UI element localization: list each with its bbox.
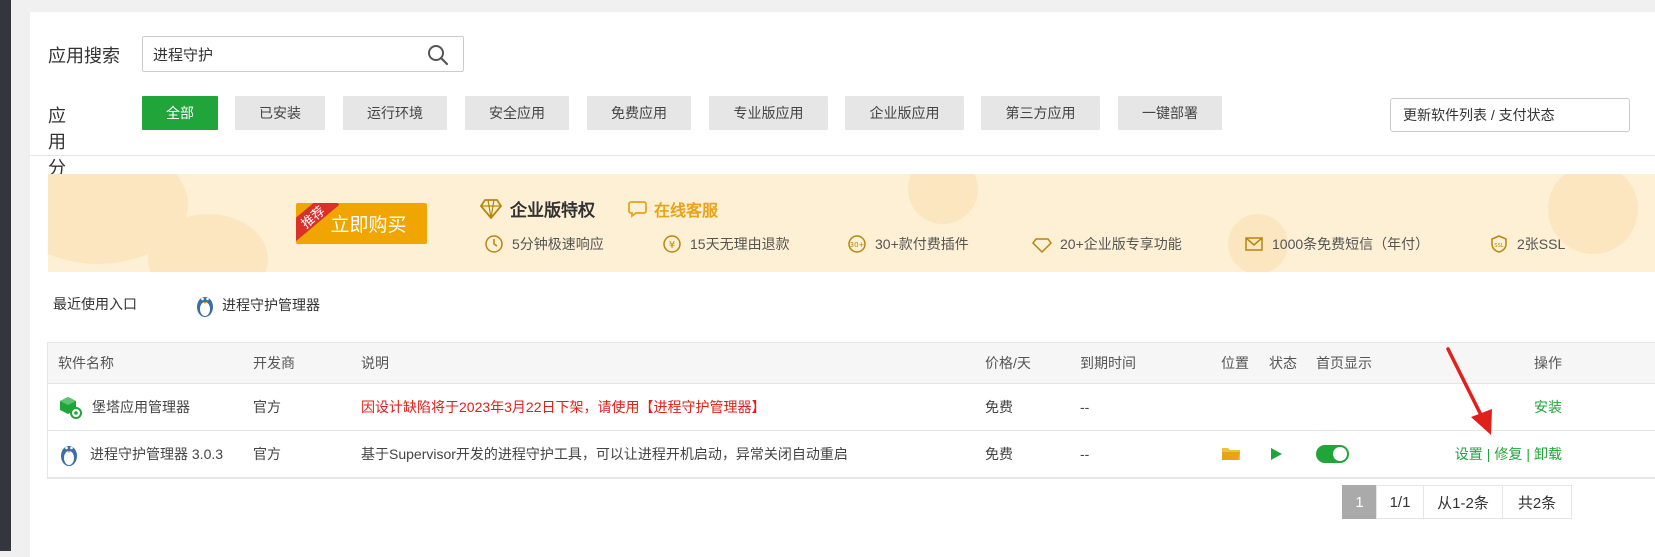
category-enterprise[interactable]: 企业版应用 [845, 96, 964, 130]
software-name: 堡塔应用管理器 [92, 399, 190, 415]
header-price: 价格/天 [985, 355, 1031, 371]
search-row: 应用搜索 [48, 36, 464, 74]
enterprise-privileges-label: 企业版特权 [510, 201, 595, 220]
recent-item-process-guard[interactable]: 进程守护管理器 [194, 292, 320, 318]
clock-icon [485, 235, 503, 253]
feature-free-sms: 1000条免费短信（年付） [1244, 234, 1429, 254]
header-name: 软件名称 [58, 355, 114, 371]
recent-item-label: 进程守护管理器 [222, 297, 320, 313]
position-cell [1221, 431, 1241, 477]
search-input[interactable] [143, 37, 443, 71]
settings-link[interactable]: 设置 [1455, 444, 1483, 464]
penguin-icon [61, 446, 77, 466]
folder-icon[interactable] [1221, 446, 1241, 462]
table-row: 进程守护管理器 3.0.3 官方 基于Supervisor开发的进程守护工具，可… [48, 431, 1655, 478]
category-one-click-deploy[interactable]: 一键部署 [1118, 96, 1222, 130]
mail-icon [1245, 237, 1263, 251]
feature-label: 15天无理由退款 [690, 236, 790, 252]
refund-icon: ¥ [663, 235, 681, 253]
toggle-knob [1333, 447, 1347, 461]
header-expire: 到期时间 [1080, 355, 1136, 371]
recent-label: 最近使用入口 [53, 296, 137, 312]
category-third-party[interactable]: 第三方应用 [981, 96, 1100, 130]
description-cell: 基于Supervisor开发的进程守护工具，可以让进程开机启动，异常关闭自动重启 [361, 446, 848, 462]
feature-label: 20+企业版专享功能 [1060, 236, 1182, 252]
category-installed[interactable]: 已安装 [235, 96, 325, 130]
category-pro[interactable]: 专业版应用 [709, 96, 828, 130]
uninstall-link[interactable]: 卸载 [1534, 444, 1562, 464]
enterprise-privileges-title: 企业版特权 [480, 196, 595, 221]
install-link[interactable]: 安装 [1534, 397, 1562, 417]
developer-cell: 官方 [253, 399, 281, 415]
page-count: 1/1 [1376, 485, 1424, 519]
feature-refund: ¥ 15天无理由退款 [662, 234, 790, 254]
chat-icon [628, 201, 647, 218]
home-display-cell [1316, 431, 1349, 477]
header-developer: 开发商 [253, 355, 295, 371]
recent-entries: 最近使用入口 进程守护管理器 [53, 294, 320, 317]
category-all[interactable]: 全部 [142, 96, 218, 130]
svg-text:¥: ¥ [669, 240, 675, 251]
svg-text:SSL: SSL [1494, 243, 1503, 249]
software-name-cell: 进程守护管理器 3.0.3 [58, 431, 223, 477]
software-store-panel: 应用搜索 应用分类 全部 已安装 运行环境 安全应用 免费应用 专业版应用 企业… [30, 12, 1655, 557]
description-cell: 因设计缺陷将于2023年3月22日下架，请使用【进程守护管理器】 [361, 399, 766, 415]
svg-text:30+: 30+ [850, 241, 865, 249]
buy-now-button[interactable]: 推荐 立即购买 [296, 203, 427, 244]
penguin-icon [197, 297, 213, 317]
page-current[interactable]: 1 [1342, 485, 1377, 519]
pagination: 1 1/1 从1-2条 共2条 [1342, 485, 1572, 519]
price-cell: 免费 [985, 446, 1013, 462]
header-state: 状态 [1269, 355, 1297, 371]
table-header: 软件名称 开发商 说明 价格/天 到期时间 位置 状态 首页显示 操作 [48, 343, 1655, 384]
feature-label: 2张SSL [1517, 236, 1566, 252]
separator: | [1526, 446, 1530, 462]
page-total: 共2条 [1502, 485, 1572, 519]
developer-cell: 官方 [253, 446, 281, 462]
search-box [142, 36, 464, 72]
home-display-toggle[interactable] [1316, 445, 1349, 463]
online-service-link[interactable]: 在线客服 [628, 197, 718, 221]
header-home-display: 首页显示 [1316, 355, 1372, 371]
left-sidebar-strip [0, 0, 11, 551]
online-service-label: 在线客服 [654, 203, 719, 220]
feature-ssl: SSL 2张SSL [1489, 234, 1565, 254]
divider [30, 155, 1655, 156]
plugin-icon: 30+ [848, 235, 866, 253]
separator: | [1486, 446, 1491, 462]
buy-now-label: 立即购买 [330, 215, 407, 236]
table-row: 堡塔应用管理器 官方 因设计缺陷将于2023年3月22日下架，请使用【进程守护管… [48, 384, 1655, 431]
app-manager-icon [60, 397, 82, 419]
play-icon[interactable] [1269, 447, 1283, 461]
feature-enterprise-functions: 20+企业版专享功能 [1032, 234, 1182, 254]
category-runtime[interactable]: 运行环境 [343, 96, 447, 130]
category-free[interactable]: 免费应用 [587, 96, 691, 130]
feature-paid-plugins: 30+ 30+款付费插件 [847, 234, 969, 254]
search-icon[interactable] [427, 44, 449, 66]
feature-fast-response: 5分钟极速响应 [484, 234, 604, 254]
enterprise-promo-banner: 推荐 立即购买 企业版特权 在线客服 5分钟极速响应 ¥ 15天无理由退款 30… [48, 174, 1655, 272]
banner-decoration [908, 174, 978, 224]
annotation-arrow-icon [1446, 347, 1492, 435]
refresh-software-list-button[interactable]: 更新软件列表 / 支付状态 [1390, 98, 1630, 132]
gem-icon [1032, 238, 1052, 254]
diamond-icon [480, 198, 502, 219]
software-name: 进程守护管理器 3.0.3 [90, 446, 224, 462]
header-position: 位置 [1221, 355, 1249, 371]
price-cell: 免费 [985, 399, 1013, 415]
feature-label: 1000条免费短信（年付） [1272, 236, 1430, 252]
search-label: 应用搜索 [48, 46, 120, 66]
state-cell [1269, 431, 1283, 477]
software-name-cell: 堡塔应用管理器 [58, 384, 190, 430]
expire-cell: -- [1080, 446, 1090, 462]
header-description: 说明 [361, 355, 389, 371]
page-range: 从1-2条 [1423, 485, 1503, 519]
ssl-shield-icon: SSL [1491, 235, 1507, 253]
repair-link[interactable]: 修复 [1494, 444, 1522, 464]
feature-label: 30+款付费插件 [875, 236, 969, 252]
feature-label: 5分钟极速响应 [512, 236, 604, 252]
category-security[interactable]: 安全应用 [465, 96, 569, 130]
expire-cell: -- [1080, 399, 1090, 415]
software-table: 软件名称 开发商 说明 价格/天 到期时间 位置 状态 首页显示 操作 堡塔应用… [47, 342, 1655, 479]
